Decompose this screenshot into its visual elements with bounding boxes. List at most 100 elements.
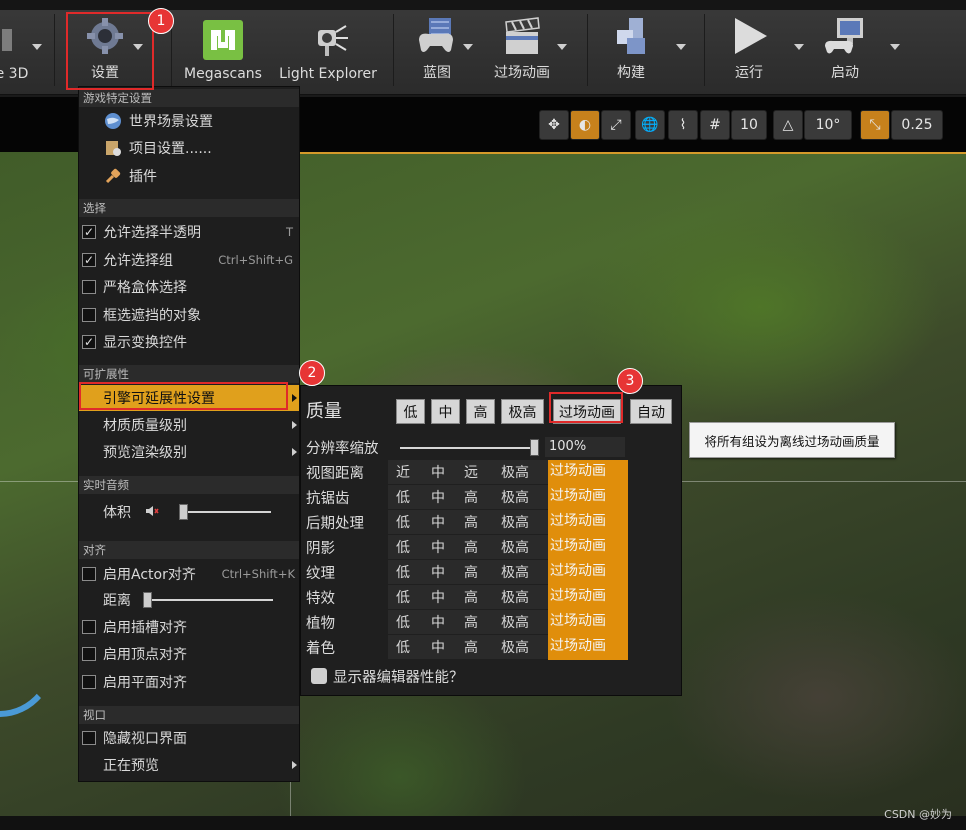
quality-level-option[interactable]: 近 bbox=[396, 462, 410, 482]
menu-item-strict-box-select[interactable]: 严格盒体选择 bbox=[79, 274, 299, 300]
quality-level-option[interactable]: 高 bbox=[464, 512, 478, 532]
quality-level-option[interactable]: 中 bbox=[431, 462, 445, 482]
quality-level-option[interactable]: 中 bbox=[431, 487, 445, 507]
quality-epic-button[interactable]: 极高 bbox=[501, 399, 544, 424]
toolbar-build-button[interactable]: 构建 bbox=[598, 12, 664, 88]
checkbox[interactable] bbox=[82, 675, 96, 689]
quality-level-option[interactable]: 低 bbox=[396, 512, 410, 532]
resolution-scale-value[interactable]: 100% bbox=[545, 437, 625, 457]
quality-level-cinematic[interactable]: 过场动画 bbox=[548, 560, 628, 585]
menu-item-allow-group-select[interactable]: ✓ 允许选择组 Ctrl+Shift+G bbox=[79, 247, 299, 273]
menu-item-previewing[interactable]: 正在预览 bbox=[79, 752, 299, 778]
menu-item-preview-rendering-level[interactable]: 预览渲染级别 bbox=[79, 439, 299, 465]
checkbox[interactable] bbox=[82, 280, 96, 294]
quality-level-option[interactable]: 低 bbox=[396, 612, 410, 632]
menu-item-plugins[interactable]: 插件 bbox=[79, 163, 299, 189]
distance-slider-track[interactable] bbox=[147, 599, 273, 601]
quality-level-option[interactable]: 低 bbox=[396, 637, 410, 657]
checkbox[interactable]: ✓ bbox=[82, 225, 96, 239]
checkbox[interactable]: ✓ bbox=[82, 335, 96, 349]
quality-level-cinematic[interactable]: 过场动画 bbox=[548, 510, 628, 535]
quality-level-option[interactable]: 低 bbox=[396, 487, 410, 507]
menu-item-world-settings[interactable]: 世界场景设置 bbox=[79, 108, 299, 134]
quality-level-option[interactable]: 低 bbox=[396, 537, 410, 557]
quality-level-option[interactable]: 低 bbox=[396, 562, 410, 582]
menu-item-hide-viewport-ui[interactable]: 隐藏视口界面 bbox=[79, 725, 299, 751]
grid-snap-icon[interactable]: # bbox=[700, 110, 730, 140]
world-space-icon[interactable]: 🌐 bbox=[635, 110, 665, 140]
menu-item-allow-translucent-select[interactable]: ✓ 允许选择半透明 T bbox=[79, 219, 299, 245]
quality-level-option[interactable]: 极高 bbox=[501, 537, 529, 557]
menu-item-material-quality[interactable]: 材质质量级别 bbox=[79, 412, 299, 438]
rotate-mode-icon[interactable]: ◐ bbox=[570, 110, 600, 140]
quality-level-option[interactable]: 高 bbox=[464, 487, 478, 507]
distance-slider-thumb[interactable] bbox=[143, 592, 152, 608]
quality-level-cinematic[interactable]: 过场动画 bbox=[548, 485, 628, 510]
menu-item-project-settings[interactable]: 项目设置...... bbox=[79, 135, 299, 161]
quality-level-option[interactable]: 极高 bbox=[501, 637, 529, 657]
toolbar-launch-button[interactable]: 启动 bbox=[812, 12, 878, 88]
volume-slider-thumb[interactable] bbox=[179, 504, 188, 520]
chevron-down-icon[interactable] bbox=[794, 44, 804, 50]
quality-medium-button[interactable]: 中 bbox=[431, 399, 460, 424]
checkbox[interactable] bbox=[82, 567, 96, 581]
chevron-down-icon[interactable] bbox=[676, 44, 686, 50]
checkbox[interactable] bbox=[82, 647, 96, 661]
rotate-snap-icon[interactable]: △ bbox=[773, 110, 803, 140]
show-editor-performance-checkbox[interactable] bbox=[311, 668, 327, 684]
grid-snap-value[interactable]: 10 bbox=[731, 110, 767, 140]
toolbar-blueprint-button[interactable]: 蓝图 bbox=[404, 12, 470, 88]
quality-level-option[interactable]: 低 bbox=[396, 587, 410, 607]
chevron-down-icon[interactable] bbox=[32, 44, 42, 50]
translate-mode-icon[interactable]: ✥ bbox=[539, 110, 569, 140]
menu-item-enable-socket-snap[interactable]: 启用插槽对齐 bbox=[79, 614, 299, 640]
chevron-down-icon[interactable] bbox=[557, 44, 567, 50]
quality-level-option[interactable]: 高 bbox=[464, 562, 478, 582]
scale-snap-icon[interactable]: ⤡ bbox=[860, 110, 890, 140]
toolbar-cinematics-button[interactable]: 过场动画 bbox=[484, 12, 560, 88]
checkbox[interactable] bbox=[82, 308, 96, 322]
quality-level-option[interactable]: 高 bbox=[464, 612, 478, 632]
resolution-scale-slider-thumb[interactable] bbox=[530, 439, 539, 456]
scale-snap-value[interactable]: 0.25 bbox=[891, 110, 943, 140]
quality-level-option[interactable]: 极高 bbox=[501, 587, 529, 607]
toolbar-light-explorer-button[interactable]: Light Explorer bbox=[276, 12, 380, 88]
quality-level-option[interactable]: 远 bbox=[464, 462, 478, 482]
volume-slider-track[interactable] bbox=[183, 511, 271, 513]
rotate-snap-value[interactable]: 10° bbox=[804, 110, 852, 140]
quality-level-cinematic[interactable]: 过场动画 bbox=[548, 610, 628, 635]
speaker-muted-icon[interactable] bbox=[145, 504, 159, 522]
quality-low-button[interactable]: 低 bbox=[396, 399, 425, 424]
resolution-scale-slider-track[interactable] bbox=[400, 447, 536, 449]
quality-level-option[interactable]: 极高 bbox=[501, 512, 529, 532]
quality-level-option[interactable]: 极高 bbox=[501, 562, 529, 582]
chevron-down-icon[interactable] bbox=[463, 44, 473, 50]
checkbox[interactable] bbox=[82, 620, 96, 634]
quality-level-option[interactable]: 中 bbox=[431, 637, 445, 657]
quality-level-option[interactable]: 中 bbox=[431, 562, 445, 582]
quality-level-cinematic[interactable]: 过场动画 bbox=[548, 635, 628, 660]
quality-level-option[interactable]: 高 bbox=[464, 537, 478, 557]
menu-item-show-transform-widget[interactable]: ✓ 显示变换控件 bbox=[79, 329, 299, 355]
quality-level-cinematic[interactable]: 过场动画 bbox=[548, 585, 628, 610]
checkbox[interactable] bbox=[82, 731, 96, 745]
scale-mode-icon[interactable]: ⤢ bbox=[601, 110, 631, 140]
quality-level-option[interactable]: 高 bbox=[464, 637, 478, 657]
quality-level-option[interactable]: 极高 bbox=[501, 612, 529, 632]
toolbar-modes-button[interactable]: e 3D bbox=[0, 12, 32, 88]
toolbar-play-button[interactable]: 运行 bbox=[718, 12, 780, 88]
quality-level-option[interactable]: 中 bbox=[431, 612, 445, 632]
quality-level-option[interactable]: 中 bbox=[431, 512, 445, 532]
quality-level-option[interactable]: 中 bbox=[431, 537, 445, 557]
quality-level-cinematic[interactable]: 过场动画 bbox=[548, 460, 628, 485]
surface-snap-icon[interactable]: ⌇ bbox=[668, 110, 698, 140]
menu-item-enable-vertex-snap[interactable]: 启用顶点对齐 bbox=[79, 641, 299, 667]
checkbox[interactable]: ✓ bbox=[82, 253, 96, 267]
quality-level-option[interactable]: 中 bbox=[431, 587, 445, 607]
menu-item-box-select-occluded[interactable]: 框选遮挡的对象 bbox=[79, 302, 299, 328]
quality-auto-button[interactable]: 自动 bbox=[630, 399, 672, 424]
quality-level-cinematic[interactable]: 过场动画 bbox=[548, 535, 628, 560]
toolbar-megascans-button[interactable]: Megascans bbox=[178, 12, 268, 88]
quality-level-option[interactable]: 极高 bbox=[501, 462, 529, 482]
quality-level-option[interactable]: 极高 bbox=[501, 487, 529, 507]
